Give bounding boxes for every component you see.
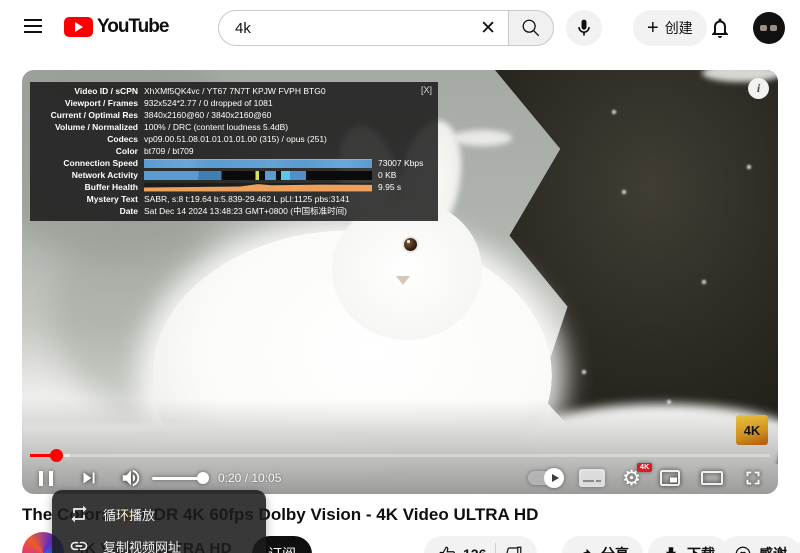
create-button[interactable]: + 创建 <box>633 10 707 46</box>
stats-value: SABR, s:8 t:19.64 b:5.839-29.462 L pLl:1… <box>144 194 350 204</box>
stats-value: vp09.00.51.08.01.01.01.01.00 (315) / opu… <box>144 134 327 144</box>
next-button[interactable] <box>78 467 100 489</box>
create-button-label: 创建 <box>664 20 693 36</box>
account-avatar[interactable] <box>753 12 785 44</box>
search-query-text[interactable]: 4k <box>235 20 468 37</box>
stats-label: Color <box>115 146 138 156</box>
download-button[interactable]: 下载 <box>648 536 729 553</box>
bell-icon <box>712 18 728 38</box>
fullscreen-button[interactable] <box>742 467 764 489</box>
volume-slider-handle[interactable] <box>197 472 209 484</box>
menu-item-copy-url[interactable]: 复制视频网址 <box>52 530 266 553</box>
thumb-up-icon[interactable] <box>438 545 456 553</box>
progress-bar[interactable] <box>30 449 770 462</box>
notifications-button[interactable] <box>708 16 732 40</box>
connection-speed-graph <box>144 158 372 168</box>
stats-value: 9.95 s <box>378 182 402 192</box>
youtube-logo[interactable]: YouTube <box>64 16 169 38</box>
stats-label: Connection Speed <box>63 158 138 168</box>
rabbit-eye <box>404 238 417 251</box>
theater-icon <box>701 471 723 485</box>
snow-patch <box>452 130 512 146</box>
clear-search-icon[interactable]: ✕ <box>468 17 508 40</box>
volume-slider[interactable] <box>152 472 209 484</box>
scrubber-handle[interactable] <box>50 449 63 462</box>
stats-label: Video ID / sCPN <box>74 86 138 96</box>
stats-value: 932x524*2.77 / 0 dropped of 1081 <box>144 98 273 108</box>
youtube-play-icon <box>64 17 93 37</box>
hamburger-menu-icon[interactable] <box>24 19 42 33</box>
pause-button[interactable] <box>36 470 56 486</box>
stats-value: 73007 Kbps <box>378 158 424 168</box>
stats-label: Volume / Normalized <box>55 122 138 132</box>
stats-label: Buffer Health <box>84 182 138 192</box>
miniplayer-button[interactable] <box>658 466 682 490</box>
network-activity-graph <box>144 170 372 180</box>
stats-for-nerds-panel: [X] Video ID / sCPN XhXMf5QK4vc / YT67 7N… <box>30 82 438 221</box>
stats-label: Date <box>119 206 138 216</box>
next-icon <box>83 472 95 484</box>
stats-value: Sat Dec 14 2024 13:48:23 GMT+0800 (中国标准时… <box>144 206 347 216</box>
theater-mode-button[interactable] <box>699 465 725 491</box>
mute-button[interactable] <box>120 467 142 489</box>
search-icon <box>522 19 540 37</box>
stats-label: Mystery Text <box>86 194 138 204</box>
menu-item-loop[interactable]: 循环播放 <box>52 498 266 530</box>
quality-badge: 4K <box>637 462 652 472</box>
autoplay-toggle[interactable] <box>528 468 565 488</box>
info-button[interactable]: i <box>748 78 769 99</box>
buffer-health-graph <box>144 182 372 192</box>
like-count[interactable]: 126 <box>463 546 486 553</box>
time-display: 0:20 / 10:05 <box>218 471 282 485</box>
stats-value: 100% / DRC (content loudness 5.4dB) <box>144 122 289 132</box>
stats-label: Current / Optimal Res <box>50 110 138 120</box>
volume-icon <box>122 469 140 487</box>
menu-item-label: 复制视频网址 <box>103 539 182 553</box>
youtube-watch-page: YouTube 4k ✕ + 创建 [X] Video ID / sCPN Xh… <box>0 0 800 553</box>
stats-value: XhXMf5QK4vc / YT67 7N7T KPJW FVPH BTG0 <box>144 86 326 96</box>
link-icon <box>70 541 88 551</box>
stats-value: bt709 / bt709 <box>144 146 194 156</box>
stats-label: Network Activity <box>71 170 138 180</box>
miniplayer-icon <box>660 470 680 486</box>
thanks-button[interactable]: 感谢 <box>720 536 800 553</box>
youtube-logo-text: YouTube <box>97 16 169 37</box>
loop-icon <box>71 505 87 523</box>
context-menu: 循环播放 复制视频网址 <box>52 490 266 553</box>
download-icon <box>665 547 677 553</box>
pill-divider <box>495 543 497 553</box>
download-label: 下载 <box>687 544 715 553</box>
rabbit-head <box>332 200 482 340</box>
top-header: YouTube 4k ✕ + 创建 <box>0 0 800 56</box>
video-player[interactable]: [X] Video ID / sCPN XhXMf5QK4vc / YT67 7N… <box>22 70 778 494</box>
stats-label: Viewport / Frames <box>64 98 138 108</box>
like-dislike-pill: 126 <box>424 536 538 553</box>
thanks-icon <box>735 546 751 553</box>
stats-value: 0 KB <box>378 170 397 180</box>
voice-search-button[interactable] <box>566 10 602 46</box>
thanks-label: 感谢 <box>759 544 787 553</box>
search-input[interactable]: 4k ✕ <box>218 10 508 46</box>
share-button[interactable]: 分享 <box>562 536 643 553</box>
fullscreen-icon <box>746 471 760 485</box>
share-label: 分享 <box>601 544 629 553</box>
autoplay-knob <box>544 468 565 488</box>
subtitles-button[interactable] <box>579 469 606 487</box>
plus-icon: + <box>647 17 659 39</box>
subscribe-label: 订阅 <box>268 544 296 553</box>
search-button[interactable] <box>508 10 554 46</box>
microphone-icon <box>578 19 590 36</box>
thumb-down-icon[interactable] <box>505 545 523 553</box>
share-icon <box>582 548 591 553</box>
settings-button[interactable]: ⚙ 4K <box>622 462 652 489</box>
stats-value: 3840x2160@60 / 3840x2160@60 <box>144 110 272 120</box>
stats-label: Codecs <box>107 134 138 144</box>
stats-close-button[interactable]: [X] <box>421 85 432 95</box>
menu-item-label: 循环播放 <box>103 507 156 523</box>
